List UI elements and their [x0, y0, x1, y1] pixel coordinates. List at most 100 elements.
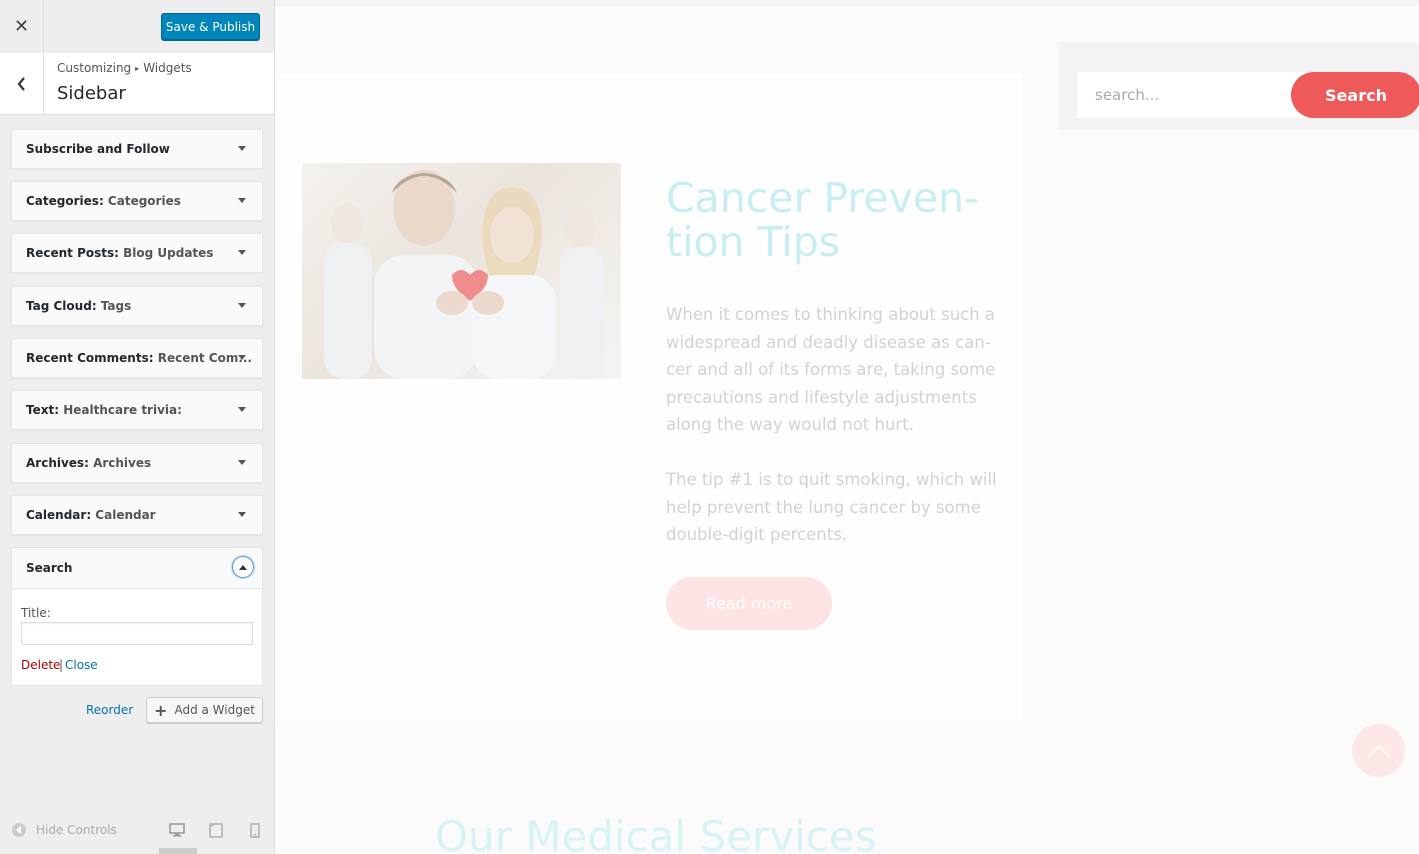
- post-title-line-2: tion Tips: [666, 218, 841, 266]
- post-image-doctors: [302, 163, 621, 379]
- mobile-icon: [250, 822, 260, 838]
- reorder-link[interactable]: Reorder: [86, 703, 133, 717]
- title-field-label: Title:: [21, 606, 51, 620]
- post-title-line-1: Cancer Preven-: [666, 174, 979, 222]
- breadcrumb-separator: ▸: [135, 64, 140, 73]
- post-title[interactable]: Cancer Preven- tion Tips: [666, 176, 1006, 264]
- section-header: Customizing ▸ Widgets Sidebar: [0, 53, 274, 115]
- widget-title: Tag Cloud: Tags: [26, 299, 131, 313]
- section-title: Sidebar: [57, 83, 126, 104]
- widget-title-colon: :: [84, 456, 94, 470]
- arrow-down-icon: [238, 250, 246, 255]
- add-widget-button[interactable]: + Add a Widget: [146, 697, 263, 723]
- widget-item[interactable]: Text: Healthcare trivia:: [11, 390, 263, 430]
- widget-instance-title: Archives: [93, 456, 152, 470]
- breadcrumb-customizing: Customizing: [57, 61, 132, 75]
- breadcrumb-widgets: Widgets: [143, 61, 192, 75]
- arrow-down-icon: [238, 355, 246, 360]
- widget-instance-title: Healthcare trivia:: [63, 403, 182, 417]
- widget-instance-title: Categories: [107, 194, 181, 208]
- doctors-photo: [324, 170, 604, 379]
- widget-type-label: Archives: [26, 456, 85, 470]
- preview-mobile-button[interactable]: [247, 822, 263, 838]
- plus-icon: +: [154, 700, 168, 720]
- active-device-indicator: [159, 848, 197, 854]
- widget-title-colon: :: [54, 403, 64, 417]
- search-widget-preview: search... Search: [1059, 42, 1419, 130]
- widget-item[interactable]: Recent Posts: Blog Updates: [11, 233, 263, 273]
- services-heading: Our Medical Services: [435, 812, 877, 854]
- widget-title: Text: Healthcare trivia:: [26, 403, 182, 417]
- hide-controls-label: Hide Controls: [36, 823, 117, 837]
- widget-title: Categories: Categories: [26, 194, 181, 208]
- widget-type-label: Tag Cloud: [26, 299, 92, 313]
- widget-search-header[interactable]: Search: [12, 548, 262, 589]
- post-paragraph-1: When it comes to thinking about such a w…: [666, 305, 996, 434]
- widget-type-label: Recent Posts: [26, 246, 115, 260]
- widget-type-label: Subscribe and Follow: [26, 142, 170, 156]
- add-widget-label: Add a Widget: [174, 703, 255, 717]
- widget-title-colon: :: [114, 246, 124, 260]
- widget-title-colon: :: [148, 351, 158, 365]
- search-input[interactable]: search...: [1077, 72, 1307, 118]
- widget-title: Recent Comments: Recent Com...: [26, 351, 252, 365]
- arrow-down-icon: [238, 146, 246, 151]
- link-separator: |: [59, 658, 64, 672]
- widget-item[interactable]: Categories: Categories: [11, 181, 263, 221]
- widget-title: Search: [26, 561, 73, 575]
- chevron-up-icon: [1367, 744, 1390, 757]
- widget-type-label: Categories: [26, 194, 99, 208]
- back-to-top-button[interactable]: [1352, 724, 1405, 777]
- title-input[interactable]: [21, 622, 253, 645]
- tablet-icon: [209, 822, 223, 838]
- customizer-footer: Hide Controls: [0, 806, 274, 854]
- customizer-controls: ✕ Save & Publish Customizing ▸ Widgets Sid…: [0, 0, 275, 854]
- widget-search-expanded: Search Title: Delete | Close: [11, 547, 263, 686]
- widget-type-label: Calendar: [26, 508, 87, 522]
- search-button[interactable]: Search: [1291, 72, 1419, 118]
- arrow-up-icon: [239, 564, 247, 570]
- read-more-button[interactable]: Read more: [666, 577, 832, 630]
- widget-item[interactable]: Subscribe and Follow: [11, 129, 263, 169]
- site-preview: Cancer Preven- tion Tips When it comes t…: [275, 0, 1419, 854]
- widget-title-colon: :: [91, 299, 101, 313]
- close-widget-link[interactable]: Close: [65, 658, 98, 672]
- post-paragraph-2: The tip #1 is to quit smoking, which wil…: [666, 470, 997, 544]
- widget-item[interactable]: Archives: Archives: [11, 443, 263, 483]
- widget-type-label: Text: [26, 403, 55, 417]
- arrow-down-icon: [238, 460, 246, 465]
- preview-tablet-button[interactable]: [208, 822, 224, 838]
- widget-item[interactable]: Tag Cloud: Tags: [11, 286, 263, 326]
- widget-title-colon: :: [98, 194, 108, 208]
- widget-type-label: Recent Comments: [26, 351, 149, 365]
- collapse-toggle-button[interactable]: [232, 556, 254, 578]
- delete-widget-link[interactable]: Delete: [21, 658, 60, 672]
- back-button[interactable]: [0, 53, 44, 114]
- widget-title: Archives: Archives: [26, 456, 151, 470]
- widget-title-colon: :: [86, 508, 96, 522]
- widget-item[interactable]: Recent Comments: Recent Com...: [11, 338, 263, 378]
- post-card: Cancer Preven- tion Tips When it comes t…: [275, 74, 1022, 722]
- customizer-header: ✕ Save & Publish: [0, 0, 274, 54]
- arrow-down-icon: [238, 303, 246, 308]
- widget-item[interactable]: Calendar: Calendar: [11, 495, 263, 535]
- preview-desktop-button[interactable]: [169, 822, 185, 838]
- arrow-down-icon: [238, 198, 246, 203]
- widget-instance-title: Tags: [100, 299, 132, 313]
- widget-instance-title: Blog Updates: [123, 246, 214, 260]
- widget-title: Subscribe and Follow: [26, 142, 170, 156]
- widget-title: Calendar: Calendar: [26, 508, 156, 522]
- close-customizer-button[interactable]: ✕: [0, 0, 44, 53]
- arrow-down-icon: [238, 407, 246, 412]
- hide-controls-button[interactable]: Hide Controls: [12, 823, 117, 837]
- save-publish-button[interactable]: Save & Publish: [161, 13, 260, 40]
- widget-title: Recent Posts: Blog Updates: [26, 246, 213, 260]
- close-icon: ✕: [13, 16, 30, 37]
- preview-top-strip: [275, 0, 1419, 6]
- collapse-sidebar-icon: [12, 823, 26, 837]
- breadcrumb: Customizing ▸ Widgets: [57, 61, 192, 75]
- arrow-down-icon: [238, 512, 246, 517]
- chevron-left-icon: [17, 76, 25, 91]
- widget-instance-title: Calendar: [95, 508, 156, 522]
- desktop-icon: [169, 823, 185, 837]
